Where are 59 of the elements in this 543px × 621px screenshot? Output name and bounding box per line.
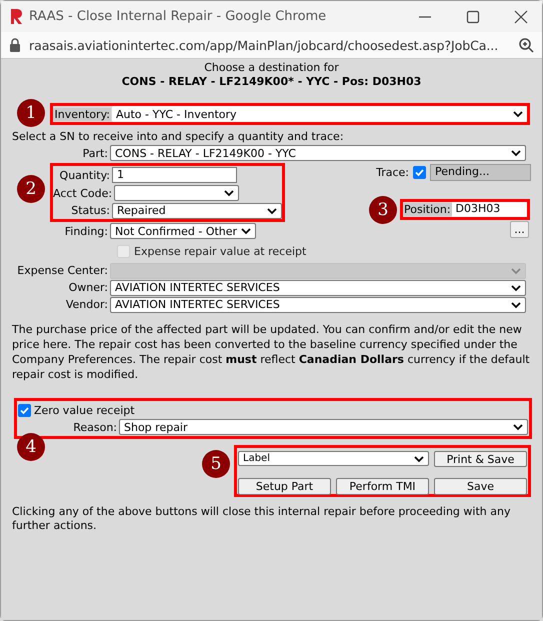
action-button[interactable]: Print & Save (434, 451, 527, 467)
format-select[interactable]: Label (238, 451, 429, 466)
action-button[interactable]: Perform TMI (336, 478, 429, 495)
finding-select[interactable]: Not Confirmed - Other (110, 223, 256, 239)
lock-icon (9, 38, 21, 52)
field-label: Acct Code: (53, 186, 114, 200)
action-button[interactable]: Save (434, 478, 527, 495)
close-icon[interactable] (512, 8, 530, 26)
part-heading: CONS - RELAY - LF2149K00* - YYC - Pos: D03H03 (120, 75, 422, 89)
instruction-text: Select a SN to receive into and specify a quantity and trace: (12, 129, 345, 144)
position-field[interactable]: D03H03 (452, 202, 527, 217)
step-marker: 3 (369, 196, 397, 224)
url-text: raasais.aviationintertec.com/app/MainPlan/jobcard/choosedest.asp?JobCa... (29, 38, 500, 52)
notice-text: The purchase price of the affected part will be updated. You can confirm and/or edit the new price here. The repair cost has been converted to the baseline currency specified under the Company Preferences. The repair cost must reflect Canadian Dollars currency if the default repair cost is modified. (12, 322, 531, 382)
field-label: Vendor: (64, 298, 109, 311)
field-label: Reason: (72, 420, 118, 434)
quantity-field[interactable]: 1 (112, 167, 237, 183)
field-label: Status: (70, 204, 111, 217)
zoom-icon[interactable] (518, 37, 534, 53)
action-button[interactable]: Setup Part (238, 478, 331, 495)
chevron-down-icon (512, 109, 524, 119)
chevron-down-icon (510, 266, 522, 276)
dropdown[interactable]: AVIATION INTERTEC SERVICES (110, 280, 526, 296)
field-label: Position: (403, 203, 452, 216)
chevron-down-icon (413, 454, 425, 464)
chevron-down-icon (266, 206, 278, 216)
checkbox[interactable] (18, 404, 31, 416)
dropdown[interactable] (114, 185, 240, 201)
dropdown[interactable]: Repaired (112, 202, 282, 218)
more-button[interactable]: ... (510, 221, 529, 238)
chevron-down-icon (510, 282, 522, 292)
checkbox-label: Zero value receipt (34, 404, 135, 416)
step-marker: 4 (17, 433, 45, 461)
inventory-select[interactable]: Auto - YYC - Inventory (112, 106, 527, 122)
trace-field: Pending... (430, 164, 531, 180)
heading-text: Choose a destination for (203, 61, 340, 75)
field-label: Inventory: (53, 108, 111, 120)
field-label: Trace: (376, 166, 409, 178)
window-title: RAAS - Close Internal Repair - Google Chrome (29, 9, 328, 24)
checkbox-label: Expense repair value at receipt (134, 244, 306, 258)
field-label: Owner: (68, 281, 109, 294)
field-label: Finding: (64, 224, 109, 238)
chevron-down-icon (240, 226, 252, 236)
checkbox[interactable] (413, 166, 426, 178)
field-label: Quantity: (58, 168, 111, 182)
part-select[interactable]: CONS - RELAY - LF2149K00 - YYC (110, 145, 526, 161)
field-label: Part: (82, 146, 109, 160)
footer-text: Clicking any of the above buttons will close this internal repair before proceeding with any further actions. (12, 505, 512, 533)
field-label: Expense Center: (16, 264, 109, 277)
step-marker: 5 (202, 450, 230, 478)
step-marker: 2 (17, 175, 45, 203)
step-marker: 1 (17, 99, 45, 127)
chevron-down-icon (510, 148, 522, 158)
logo-icon (9, 8, 23, 25)
chevron-down-icon (512, 422, 524, 432)
chevron-down-icon (510, 300, 522, 310)
reason-select[interactable]: Shop repair (119, 419, 528, 435)
dropdown[interactable]: AVIATION INTERTEC SERVICES (110, 296, 526, 312)
chevron-down-icon (223, 188, 236, 198)
